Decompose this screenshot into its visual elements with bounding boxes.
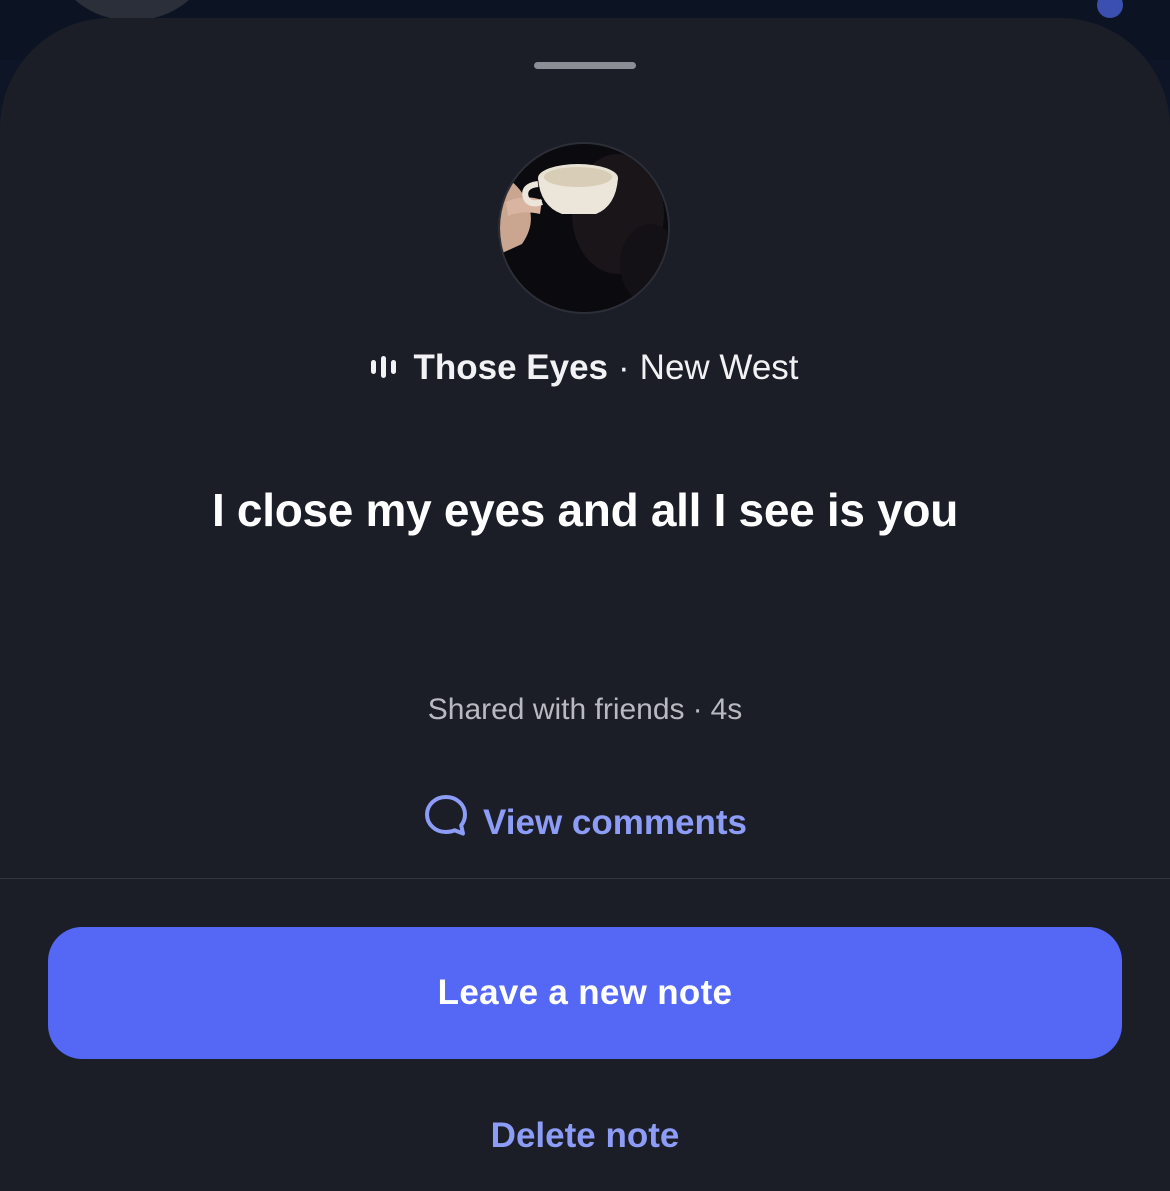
delete-note-button[interactable]: Delete note	[0, 1112, 1170, 1160]
avatar-photo	[500, 144, 668, 312]
song-title: Those Eyes	[413, 348, 609, 387]
leave-new-note-button[interactable]: Leave a new note	[48, 927, 1122, 1059]
view-comments-label: View comments	[483, 802, 747, 842]
profile-avatar[interactable]	[500, 144, 668, 312]
note-bottom-sheet: Those Eyes · New West I close my eyes and …	[0, 18, 1170, 1191]
note-age: 4s	[710, 693, 743, 726]
comment-bubble-icon	[423, 793, 469, 850]
section-divider	[0, 878, 1170, 879]
sheet-grabber-handle[interactable]	[534, 62, 636, 69]
note-text: I close my eyes and all I see is you	[211, 484, 959, 536]
unread-dot	[1097, 0, 1123, 18]
note-meta: Shared with friends · 4s	[0, 690, 1170, 730]
audience-label: Shared with friends	[427, 693, 685, 726]
view-comments-link[interactable]: View comments	[0, 793, 1170, 853]
music-attribution[interactable]: Those Eyes · New West	[0, 346, 1170, 392]
artist-name: New West	[639, 348, 799, 387]
music-bars-icon	[371, 345, 397, 389]
background-avatar	[48, 0, 216, 20]
music-separator: ·	[618, 348, 630, 387]
meta-separator: ·	[692, 693, 703, 726]
